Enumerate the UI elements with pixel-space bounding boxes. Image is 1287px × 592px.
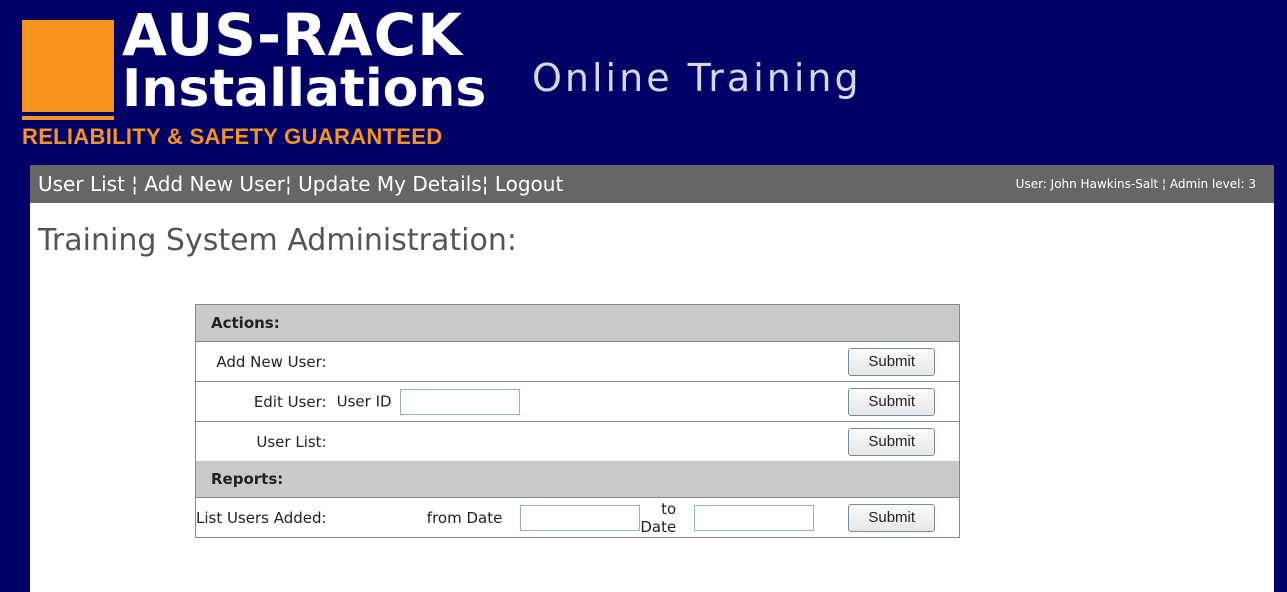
page: AUS-RACK Installations RELIABILITY & SAF… (8, 0, 1282, 592)
user-id-label: User ID (336, 392, 392, 410)
nav-user-list[interactable]: User List (38, 172, 125, 196)
nav-separator: ¦ (285, 172, 292, 196)
nav-links: User List ¦ Add New User¦ Update My Deta… (38, 165, 563, 203)
nav-update-my-details[interactable]: Update My Details (298, 172, 482, 196)
actions-heading: Actions: (195, 304, 960, 342)
logo-tagline: RELIABILITY & SAFETY GUARANTEED (22, 124, 443, 149)
company-logo[interactable]: AUS-RACK Installations RELIABILITY & SAF… (22, 4, 486, 156)
nav-logout[interactable]: Logout (495, 172, 563, 196)
logo-text-line2: Installations (122, 59, 487, 119)
to-date-label: to Date (640, 497, 695, 538)
reports-header-row: Reports: (195, 461, 960, 498)
user-info: User: John Hawkins-Salt ¦ Admin level: 3 (1015, 177, 1256, 191)
logo-square (22, 20, 114, 112)
nav-add-new-user[interactable]: Add New User (144, 172, 285, 196)
list-users-added-row: List Users Added: from Date to Date Subm… (195, 497, 960, 538)
actions-header-row: Actions: (195, 304, 960, 342)
list-users-submit-button[interactable]: Submit (848, 503, 936, 532)
main-content: Training System Administration: Actions:… (30, 203, 1274, 592)
nav-separator: ¦ (481, 172, 489, 196)
edit-user-label: Edit User: (195, 381, 327, 422)
user-list-submit-button[interactable]: Submit (848, 427, 936, 456)
from-date-label: from Date (326, 497, 521, 538)
edit-user-row: Edit User: User ID Submit (195, 381, 960, 422)
header: AUS-RACK Installations RELIABILITY & SAF… (8, 0, 1282, 163)
reports-heading: Reports: (195, 461, 960, 498)
edit-user-submit-button[interactable]: Submit (848, 387, 936, 416)
user-list-label: User List: (195, 421, 327, 461)
admin-table: Actions: Add New User: Submit Edit User:… (195, 304, 961, 538)
list-users-added-label: List Users Added: (195, 497, 327, 538)
user-id-input[interactable] (400, 388, 521, 415)
logo-text-line1: AUS-RACK (122, 1, 464, 69)
to-date-input[interactable] (694, 504, 815, 531)
nav-separator: ¦ (131, 172, 139, 196)
site-title: Online Training (532, 56, 862, 100)
add-user-label: Add New User: (195, 341, 327, 382)
add-user-submit-button[interactable]: Submit (848, 347, 936, 376)
from-date-input[interactable] (520, 504, 641, 531)
page-title: Training System Administration: (38, 223, 517, 258)
add-user-row: Add New User: Submit (195, 341, 960, 382)
navbar: User List ¦ Add New User¦ Update My Deta… (30, 165, 1274, 203)
logo-stripe (22, 116, 114, 120)
user-list-row: User List: Submit (195, 421, 960, 461)
